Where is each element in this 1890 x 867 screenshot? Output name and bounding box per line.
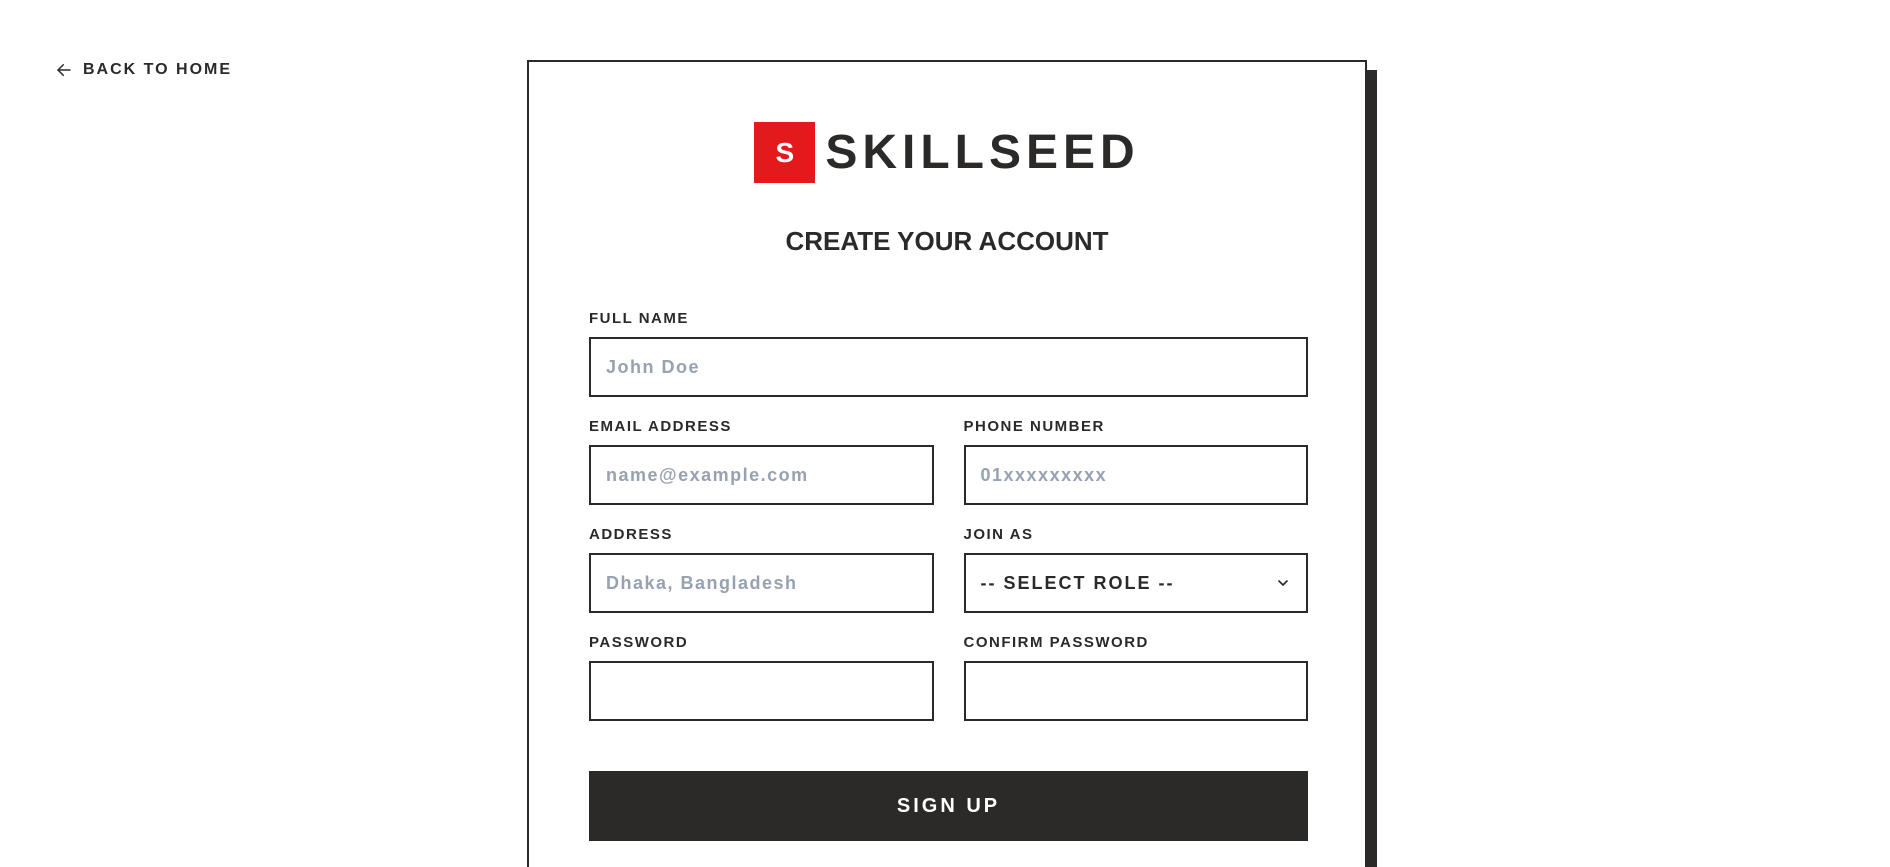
- brand-logo: S SKILLSEED: [529, 122, 1365, 183]
- address-label: ADDRESS: [589, 526, 673, 543]
- back-to-home-link[interactable]: BACK TO HOME: [55, 61, 232, 79]
- form-row-address-role: ADDRESS JOIN AS -- SELECT ROLE --: [589, 526, 1308, 613]
- password-input[interactable]: [589, 661, 934, 721]
- signup-form: FULL NAME EMAIL ADDRESS PHONE NUMBER ADD…: [589, 310, 1308, 841]
- phone-label: PHONE NUMBER: [963, 418, 1105, 435]
- role-field-group: JOIN AS -- SELECT ROLE --: [963, 526, 1308, 613]
- email-label: EMAIL ADDRESS: [589, 418, 732, 435]
- logo-mark: S: [754, 122, 816, 183]
- role-select-value: -- SELECT ROLE --: [980, 572, 1175, 593]
- address-field-group: ADDRESS: [589, 526, 934, 613]
- form-row-passwords: PASSWORD CONFIRM PASSWORD: [589, 634, 1308, 721]
- role-label: JOIN AS: [963, 526, 1034, 543]
- confirm-password-field-group: CONFIRM PASSWORD: [963, 634, 1308, 721]
- role-select[interactable]: -- SELECT ROLE --: [963, 553, 1308, 613]
- form-row-name: FULL NAME: [589, 310, 1308, 397]
- email-input[interactable]: [589, 445, 934, 505]
- sign-up-button[interactable]: SIGN UP: [589, 771, 1308, 841]
- full-name-input[interactable]: [589, 337, 1308, 397]
- form-row-contact: EMAIL ADDRESS PHONE NUMBER: [589, 418, 1308, 505]
- back-to-home-label: BACK TO HOME: [83, 61, 233, 78]
- email-field-group: EMAIL ADDRESS: [589, 418, 934, 505]
- phone-field-group: PHONE NUMBER: [963, 418, 1308, 505]
- chevron-down-icon: [1275, 575, 1291, 591]
- signup-card: S SKILLSEED CREATE YOUR ACCOUNT FULL NAM…: [527, 60, 1367, 867]
- signup-page: BACK TO HOME S SKILLSEED CREATE YOUR ACC…: [0, 0, 1890, 867]
- address-input[interactable]: [589, 553, 934, 613]
- confirm-password-label: CONFIRM PASSWORD: [963, 634, 1149, 651]
- phone-input[interactable]: [963, 445, 1308, 505]
- password-label: PASSWORD: [589, 634, 689, 651]
- logo-wordmark: SKILLSEED: [825, 126, 1140, 179]
- password-field-group: PASSWORD: [589, 634, 934, 721]
- full-name-field-group: FULL NAME: [589, 310, 1308, 397]
- form-title: CREATE YOUR ACCOUNT: [785, 226, 1109, 256]
- confirm-password-input[interactable]: [963, 661, 1308, 721]
- arrow-left-icon: [55, 61, 73, 79]
- full-name-label: FULL NAME: [589, 310, 689, 327]
